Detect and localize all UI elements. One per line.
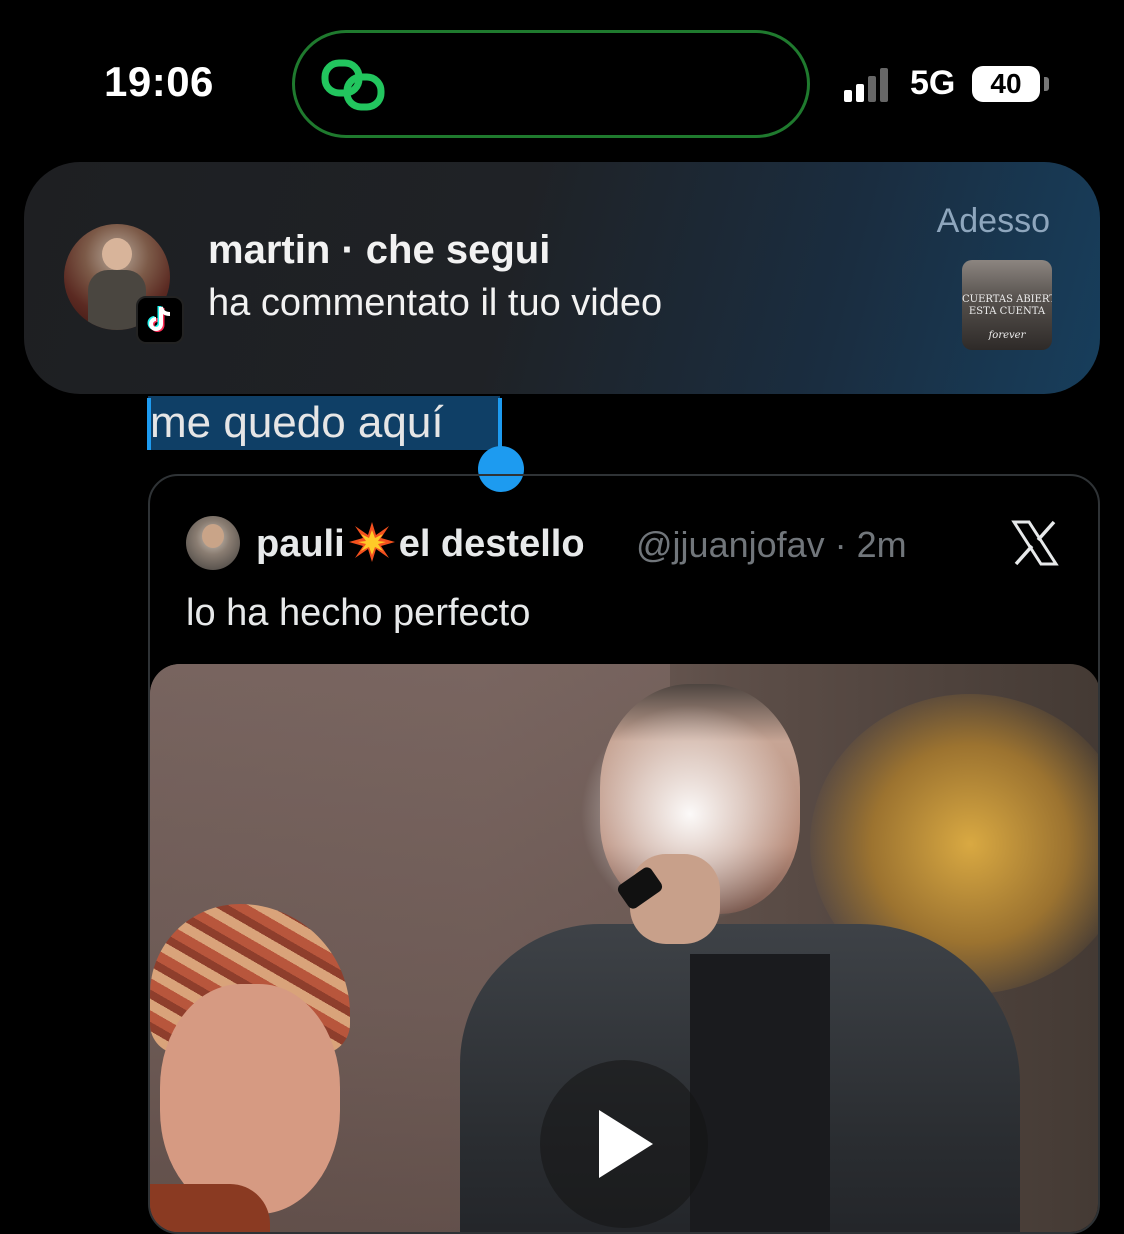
- thumbnail-line-3: forever: [988, 330, 1026, 341]
- tweet-time: · 2m: [834, 524, 907, 565]
- tiktok-icon: [136, 296, 184, 344]
- battery-indicator: 40: [972, 66, 1040, 102]
- author-name-part-2: el destello: [398, 523, 585, 565]
- selected-post-text[interactable]: me quedo aquí: [148, 396, 500, 450]
- video-media[interactable]: [150, 664, 1098, 1232]
- tweet-author-handle: @jjuanjofav · 2m: [636, 524, 907, 566]
- notification-time: Adesso: [936, 202, 1050, 240]
- handle: @jjuanjofav: [636, 524, 825, 565]
- thumbnail-line-1: CUERTAS ABIERTAS A: [962, 294, 1052, 305]
- video-thumbnail: CUERTAS ABIERTAS A ESTA CUENTA forever: [962, 260, 1052, 350]
- collision-icon: [348, 522, 395, 562]
- status-time: 19:06: [104, 58, 214, 105]
- notification-banner[interactable]: martin · che segui ha commentato il tuo …: [24, 162, 1100, 394]
- x-logo-icon[interactable]: [1010, 518, 1060, 568]
- cellular-signal-icon: [844, 66, 898, 102]
- play-button[interactable]: [540, 1060, 708, 1228]
- notification-body: ha commentato il tuo video: [208, 282, 663, 324]
- tweet-author-name: pauli el destello: [256, 522, 585, 566]
- network-type: 5G: [910, 64, 956, 102]
- selection-start-cursor[interactable]: [147, 398, 151, 450]
- quoted-tweet-card[interactable]: pauli el destello @jjuanjofav · 2m lo ha…: [148, 474, 1100, 1234]
- link-chain-icon: [321, 59, 385, 111]
- notification-title: martin · che segui: [208, 228, 551, 272]
- author-name-part-1: pauli: [256, 523, 345, 565]
- battery-cap: [1044, 77, 1049, 91]
- tweet-text: lo ha hecho perfecto: [186, 592, 531, 634]
- thumbnail-line-2: ESTA CUENTA: [968, 306, 1046, 317]
- avatar[interactable]: [186, 516, 240, 570]
- play-icon: [599, 1110, 653, 1178]
- dynamic-island[interactable]: [292, 30, 810, 138]
